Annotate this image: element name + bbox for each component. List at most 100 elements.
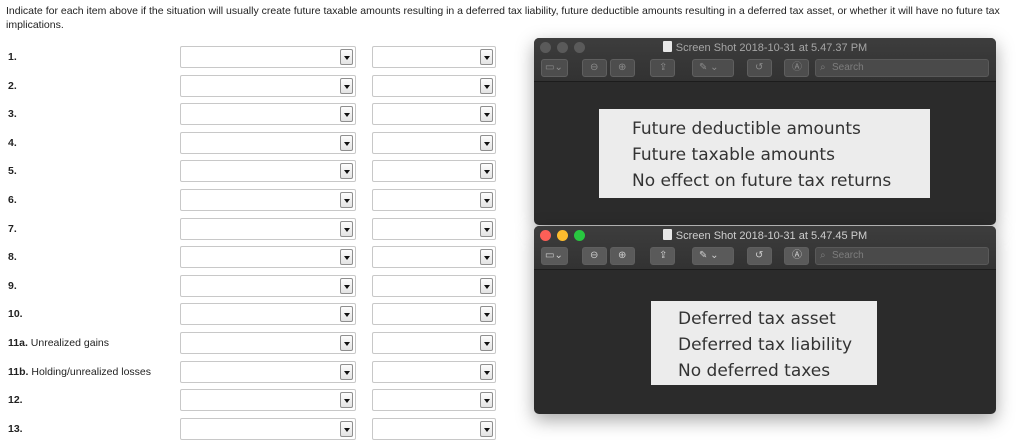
deferred-tax-select[interactable] — [372, 103, 496, 125]
amount-type-select[interactable] — [180, 218, 356, 240]
rotate-button[interactable]: ↺ — [747, 59, 772, 77]
search-placeholder: Search — [832, 62, 864, 73]
zoom-out-button[interactable]: ⊖ — [582, 59, 607, 77]
amount-type-select[interactable] — [180, 46, 356, 68]
question-label: 5. — [8, 165, 17, 177]
dropdown-arrow-icon[interactable] — [340, 421, 353, 437]
amount-type-select[interactable] — [180, 246, 356, 268]
preview-window-top: Screen Shot 2018-10-31 at 5.47.37 PM ▭⌄ … — [534, 38, 996, 225]
search-icon: ⌕ — [820, 62, 826, 73]
deferred-tax-select[interactable] — [372, 132, 496, 154]
dropdown-arrow-icon[interactable] — [480, 335, 493, 351]
dropdown-arrow-icon[interactable] — [480, 192, 493, 208]
dropdown-arrow-icon[interactable] — [340, 49, 353, 65]
question-row: 9. — [0, 275, 520, 297]
deferred-tax-select[interactable] — [372, 75, 496, 97]
dropdown-arrow-icon[interactable] — [340, 135, 353, 151]
deferred-tax-select[interactable] — [372, 389, 496, 411]
dropdown-arrow-icon[interactable] — [480, 163, 493, 179]
dropdown-arrow-icon[interactable] — [480, 249, 493, 265]
zoom-in-button[interactable]: ⊕ — [610, 59, 635, 77]
dropdown-arrow-icon[interactable] — [480, 78, 493, 94]
rotate-icon: ↺ — [755, 62, 764, 73]
zoom-in-button[interactable]: ⊕ — [610, 247, 635, 265]
question-number: 2. — [8, 80, 17, 92]
dropdown-arrow-icon[interactable] — [340, 163, 353, 179]
deferred-tax-select[interactable] — [372, 303, 496, 325]
markup-toolbar-button[interactable]: ✎ ⌄ — [692, 247, 734, 265]
question-text: Unrealized gains — [30, 337, 109, 349]
share-button[interactable]: ⇪ — [650, 247, 675, 265]
option-item: Future taxable amounts — [632, 145, 835, 165]
dropdown-arrow-icon[interactable] — [340, 106, 353, 122]
amount-type-select[interactable] — [180, 303, 356, 325]
deferred-tax-select[interactable] — [372, 246, 496, 268]
dropdown-arrow-icon[interactable] — [480, 106, 493, 122]
amount-type-select[interactable] — [180, 332, 356, 354]
amount-type-select[interactable] — [180, 418, 356, 440]
question-label: 4. — [8, 137, 17, 149]
instructions-text: Indicate for each item above if the situ… — [6, 5, 1000, 31]
dropdown-arrow-icon[interactable] — [340, 306, 353, 322]
deferred-tax-select[interactable] — [372, 332, 496, 354]
deferred-tax-select[interactable] — [372, 418, 496, 440]
search-input[interactable]: ⌕ Search — [815, 247, 989, 265]
amount-type-select[interactable] — [180, 132, 356, 154]
document-icon — [662, 229, 672, 240]
deferred-tax-select[interactable] — [372, 275, 496, 297]
question-row: 8. — [0, 246, 520, 268]
search-input[interactable]: ⌕ Search — [815, 59, 989, 77]
dropdown-arrow-icon[interactable] — [480, 278, 493, 294]
dropdown-arrow-icon[interactable] — [340, 249, 353, 265]
zoom-out-button[interactable]: ⊖ — [582, 247, 607, 265]
question-label: 11b. Holding/unrealized losses — [8, 366, 151, 378]
amount-type-select[interactable] — [180, 75, 356, 97]
rotate-icon: ↺ — [755, 250, 764, 261]
deferred-tax-select[interactable] — [372, 160, 496, 182]
dropdown-arrow-icon[interactable] — [480, 221, 493, 237]
rotate-button[interactable]: ↺ — [747, 247, 772, 265]
amount-type-select[interactable] — [180, 189, 356, 211]
dropdown-arrow-icon[interactable] — [480, 421, 493, 437]
question-number: 6. — [8, 194, 17, 206]
question-row: 4. — [0, 132, 520, 154]
option-item: Deferred tax liability — [678, 335, 853, 355]
question-number: 3. — [8, 108, 17, 120]
question-row: 3. — [0, 103, 520, 125]
dropdown-arrow-icon[interactable] — [340, 192, 353, 208]
search-icon: ⌕ — [820, 250, 826, 261]
dropdown-arrow-icon[interactable] — [480, 364, 493, 380]
amount-type-select[interactable] — [180, 103, 356, 125]
dropdown-arrow-icon[interactable] — [480, 306, 493, 322]
deferred-tax-select[interactable] — [372, 218, 496, 240]
dropdown-arrow-icon[interactable] — [480, 135, 493, 151]
markup-toolbar-button[interactable]: ✎ ⌄ — [692, 59, 734, 77]
dropdown-arrow-icon[interactable] — [340, 221, 353, 237]
question-row: 12. — [0, 389, 520, 411]
zoom-out-icon: ⊖ — [590, 250, 599, 261]
amount-type-select[interactable] — [180, 160, 356, 182]
sidebar-button[interactable]: ▭⌄ — [541, 59, 568, 77]
deferred-tax-select[interactable] — [372, 189, 496, 211]
dropdown-arrow-icon[interactable] — [340, 364, 353, 380]
share-button[interactable]: ⇪ — [650, 59, 675, 77]
sidebar-button[interactable]: ▭⌄ — [541, 247, 568, 265]
amount-type-select[interactable] — [180, 361, 356, 383]
markup-button[interactable]: Ⓐ — [784, 247, 809, 265]
question-row: 2. — [0, 75, 520, 97]
markup-button[interactable]: Ⓐ — [784, 59, 809, 77]
dropdown-arrow-icon[interactable] — [480, 49, 493, 65]
amount-type-select[interactable] — [180, 275, 356, 297]
deferred-tax-select[interactable] — [372, 361, 496, 383]
zoom-out-icon: ⊖ — [590, 62, 599, 73]
question-label: 11a. Unrealized gains — [8, 337, 109, 349]
deferred-tax-select[interactable] — [372, 46, 496, 68]
amount-type-select[interactable] — [180, 389, 356, 411]
dropdown-arrow-icon[interactable] — [340, 278, 353, 294]
dropdown-arrow-icon[interactable] — [340, 78, 353, 94]
markup-circle-icon: Ⓐ — [792, 250, 802, 261]
sidebar-icon: ▭⌄ — [545, 250, 563, 261]
dropdown-arrow-icon[interactable] — [480, 392, 493, 408]
dropdown-arrow-icon[interactable] — [340, 392, 353, 408]
dropdown-arrow-icon[interactable] — [340, 335, 353, 351]
